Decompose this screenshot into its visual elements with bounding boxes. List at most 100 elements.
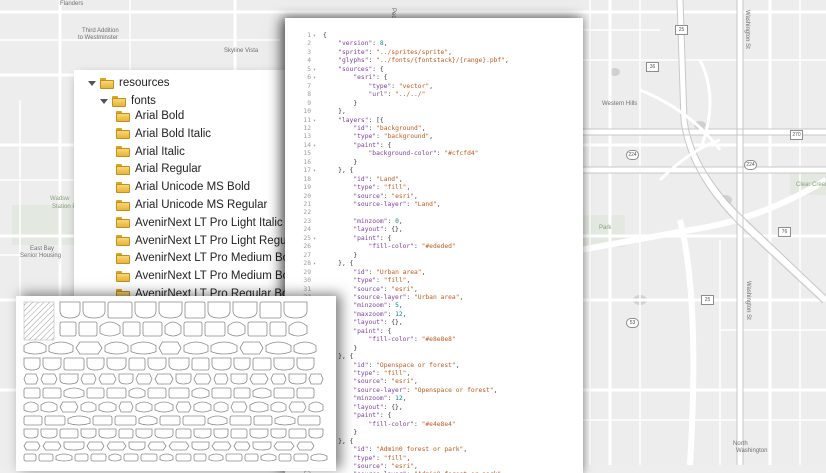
sprite-shield-icon <box>233 357 251 371</box>
font-folder-item[interactable]: Arial Unicode MS Regular <box>116 196 267 214</box>
code-line[interactable]: 10 }, <box>285 108 583 116</box>
code-line[interactable]: 14 ▾ "paint": { <box>285 142 583 150</box>
sprite-shield-icon <box>308 401 324 413</box>
font-folder-item[interactable]: Arial Regular <box>116 160 201 178</box>
sprite-shield-icon <box>193 401 212 413</box>
sprite-shield-icon <box>293 453 309 462</box>
sprite-shield-icon <box>211 357 232 371</box>
collapse-arrow-icon[interactable] <box>88 80 96 86</box>
line-number: 2 <box>307 40 311 48</box>
sprite-shield-icon <box>86 441 105 451</box>
code-text: } <box>323 99 358 107</box>
code-line[interactable]: 4 "glyphs": "../fonts/{fontstack}/{range… <box>285 57 583 65</box>
sprite-shield-icon <box>40 401 58 413</box>
code-line[interactable]: 20 "source": "esri", <box>285 193 583 201</box>
fold-toggle-icon[interactable]: ▾ <box>313 167 316 175</box>
line-number: 16 <box>303 158 311 166</box>
code-line[interactable]: 19 "type": "fill", <box>285 184 583 192</box>
code-text: } <box>323 158 358 166</box>
collapse-arrow-icon[interactable] <box>100 98 108 104</box>
code-line[interactable]: 18 "id": "Land", <box>285 176 583 184</box>
sprite-shield-icon <box>297 415 321 426</box>
fold-toggle-icon[interactable]: ▾ <box>313 235 316 243</box>
code-text: "minzoom": 0, <box>353 217 403 225</box>
code-line[interactable]: 2 "version": 8, <box>285 40 583 48</box>
sprite-shield-icon <box>80 428 97 439</box>
sprite-shield-icon <box>175 401 192 413</box>
sprite-shield-icon <box>230 401 248 413</box>
folder-row-resources[interactable]: resources <box>88 74 170 92</box>
fold-toggle-icon[interactable]: ▾ <box>313 142 316 150</box>
sprite-shield-icon <box>23 357 41 371</box>
code-line[interactable]: 6 ▾ "esri": { <box>285 74 583 82</box>
line-number: 8 <box>307 91 311 99</box>
sprite-shield-icon <box>99 321 121 337</box>
line-number: 1 <box>307 32 311 39</box>
sprite-shield-icon <box>128 387 146 399</box>
code-line[interactable]: 27 } <box>285 252 583 260</box>
code-line[interactable]: 24 "layout": {}, <box>285 226 583 234</box>
code-line[interactable]: 11 ▾ "layers": [{ <box>285 117 583 125</box>
code-line[interactable]: 25 ▾ "paint": { <box>285 235 583 243</box>
sprite-sheet-window <box>16 296 336 471</box>
code-line[interactable]: 9 } <box>285 100 583 108</box>
code-line[interactable]: 21 "source-layer": "Land", <box>285 201 583 209</box>
sprite-shield-icon <box>183 321 203 337</box>
fold-toggle-icon[interactable]: ▾ <box>313 260 316 268</box>
sprite-shield-icon <box>135 428 153 439</box>
sprite-shield-icon <box>63 387 85 399</box>
font-folder-item[interactable]: Arial Italic <box>116 143 185 161</box>
font-folder-item[interactable]: AvenirNext LT Pro Light Italic <box>116 214 283 232</box>
code-line[interactable]: 13 "type": "background", <box>285 133 583 141</box>
code-line[interactable]: 17 ▾ }, { <box>285 167 583 175</box>
font-folder-item[interactable]: AvenirNext LT Pro Light Regular <box>116 232 296 250</box>
code-line[interactable]: 5 ▾ "sources": { <box>285 66 583 74</box>
fold-toggle-icon[interactable]: ▾ <box>313 66 316 74</box>
fold-toggle-icon[interactable]: ▾ <box>313 74 316 82</box>
font-folder-item[interactable]: AvenirNext LT Pro Medium Bold <box>116 249 298 267</box>
line-number: 14 <box>303 141 311 149</box>
code-line[interactable]: 12 "id": "background", <box>285 125 583 133</box>
code-line[interactable]: 15 "background-color": "#cfcfd4" <box>285 150 583 158</box>
code-line[interactable]: 26 "fill-color": "#ededed" <box>285 243 583 251</box>
font-folder-item[interactable]: Arial Bold Italic <box>116 125 211 143</box>
sprite-shield-icon <box>63 357 85 371</box>
sprite-shield-icon <box>193 373 212 385</box>
code-line[interactable]: 23 "minzoom": 0, <box>285 218 583 226</box>
sprite-shield-icon <box>207 301 231 319</box>
sprite-shield-icon <box>270 373 287 385</box>
code-line[interactable]: 1 ▾ { <box>285 32 583 40</box>
font-folder-item[interactable]: AvenirNext LT Pro Medium Bold Italic <box>116 267 296 285</box>
sprite-shield-icon <box>118 428 134 439</box>
code-line[interactable]: 22 <box>285 209 583 217</box>
sprite-shield-icon <box>252 387 272 399</box>
font-folder-label: Arial Bold Italic <box>135 127 212 140</box>
code-text: "source-layer": "Urban area", <box>353 293 464 301</box>
code-line[interactable]: 8 "url": "../../" <box>285 91 583 99</box>
code-line[interactable]: 16 } <box>285 159 583 167</box>
route-shield-icon: 76 <box>778 227 791 237</box>
code-line[interactable]: 28 ▾ }, { <box>285 260 583 268</box>
code-text: "type": "fill", <box>353 370 411 377</box>
sprite-shield-icon <box>273 387 295 399</box>
font-folder-label: AvenirNext LT Pro Medium Bold <box>135 252 298 265</box>
sprite-shield-icon <box>98 428 117 439</box>
fold-toggle-icon[interactable]: ▾ <box>313 117 316 125</box>
code-text: "type": "fill", <box>353 454 411 462</box>
font-folder-item[interactable]: Arial Unicode MS Bold <box>116 178 250 196</box>
sprite-shield-icon <box>128 441 146 451</box>
sprite-shield-icon <box>193 428 212 439</box>
sprite-shield-icon <box>44 415 66 426</box>
code-line[interactable]: 7 "type": "vector", <box>285 83 583 91</box>
font-folder-item[interactable]: Arial Bold <box>116 107 184 125</box>
code-line[interactable]: 31 "source": "esri", <box>285 286 583 294</box>
code-text: "id": "Openspace or forest", <box>353 361 460 369</box>
code-line[interactable]: 3 "sprite": "../sprites/sprite", <box>285 49 583 57</box>
fold-toggle-icon[interactable]: ▾ <box>313 32 316 40</box>
sprite-shield-icon <box>233 441 251 451</box>
code-line[interactable]: 30 "type": "fill", <box>285 277 583 285</box>
sprite-shield-icon <box>106 387 127 399</box>
map-label-to-westminster: to Westminster <box>78 35 118 41</box>
sprite-shield-icon <box>244 453 259 462</box>
code-line[interactable]: 29 "id": "Urban area", <box>285 269 583 277</box>
